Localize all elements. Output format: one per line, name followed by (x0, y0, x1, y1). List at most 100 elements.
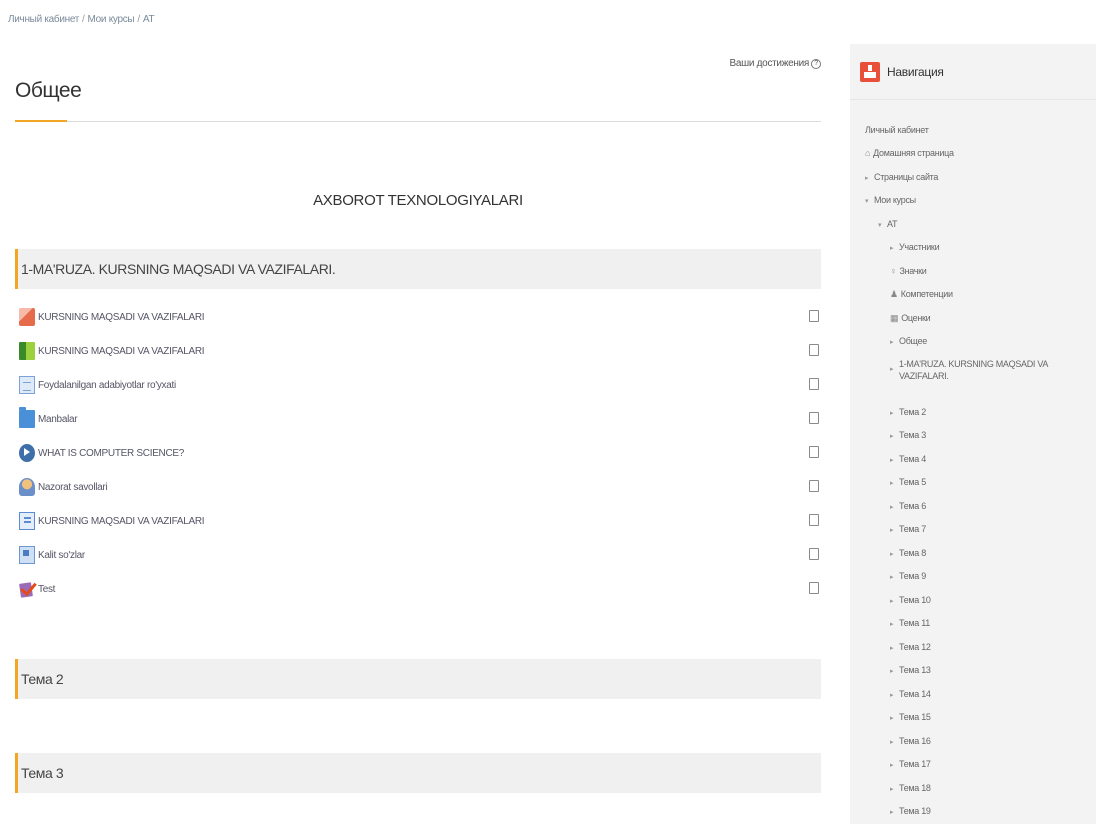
nav-item-course-at[interactable]: ▾ AT (878, 218, 898, 232)
completion-checkbox[interactable] (809, 446, 819, 458)
activity-item[interactable]: KURSNING MAQSADI VA VAZIFALARI (15, 504, 821, 538)
nav-item-topic-11[interactable]: ▸ Тема 11 (890, 617, 930, 631)
nav-item-label[interactable]: Тема 4 (899, 454, 926, 464)
nav-item-label[interactable]: Тема 3 (899, 430, 926, 440)
collapsed-arrow-icon: ▸ (890, 715, 894, 722)
activity-link[interactable]: Test (38, 584, 55, 595)
activity-item[interactable]: WHAT IS COMPUTER SCIENCE? (15, 436, 821, 470)
nav-item-label[interactable]: Личный кабинет (865, 125, 929, 135)
nav-item-label[interactable]: Домашняя страница (873, 148, 954, 158)
completion-checkbox[interactable] (809, 344, 819, 356)
nav-item-grades[interactable]: ▦ Оценки (890, 312, 931, 324)
activity-link[interactable]: Nazorat savollari (38, 482, 108, 493)
collapsed-arrow-icon: ▸ (890, 527, 894, 534)
section-title[interactable]: Тема 3 (21, 765, 64, 781)
activity-item[interactable]: Kalit so'zlar (15, 538, 821, 572)
nav-item-label[interactable]: Тема 6 (899, 501, 926, 511)
completion-checkbox[interactable] (809, 548, 819, 560)
collapsed-arrow-icon: ▸ (890, 739, 894, 746)
nav-item-label[interactable]: Общее (899, 336, 927, 346)
activity-item[interactable]: KURSNING MAQSADI VA VAZIFALARI (15, 334, 821, 368)
breadcrumb-dashboard-link[interactable]: Личный кабинет (8, 14, 79, 25)
activity-link[interactable]: KURSNING MAQSADI VA VAZIFALARI (38, 312, 205, 323)
nav-item-topic-8[interactable]: ▸ Тема 8 (890, 547, 926, 561)
nav-item-topic-15[interactable]: ▸ Тема 15 (890, 711, 931, 725)
nav-item-label[interactable]: Мои курсы (874, 195, 916, 205)
nav-item-label[interactable]: AT (887, 219, 898, 229)
nav-item-topic-19[interactable]: ▸ Тема 19 (890, 805, 931, 819)
nav-item-topic-6[interactable]: ▸ Тема 6 (890, 500, 926, 514)
nav-item-topic-16[interactable]: ▸ Тема 16 (890, 735, 931, 749)
nav-item-label[interactable]: Значки (899, 266, 926, 276)
nav-item-topic-9[interactable]: ▸ Тема 9 (890, 570, 926, 584)
activity-link[interactable]: Kalit so'zlar (38, 550, 85, 561)
activity-link[interactable]: Manbalar (38, 414, 78, 425)
collapsed-arrow-icon: ▸ (890, 574, 894, 581)
nav-item-label[interactable]: Страницы сайта (874, 172, 938, 182)
nav-item-label[interactable]: Тема 12 (899, 642, 931, 652)
nav-item-dashboard[interactable]: Личный кабинет (865, 124, 929, 136)
activity-item[interactable]: Manbalar (15, 402, 821, 436)
nav-item-site-pages[interactable]: ▸ Страницы сайта (865, 171, 938, 185)
nav-item-topic-13[interactable]: ▸ Тема 13 (890, 664, 931, 678)
breadcrumb-my-courses-link[interactable]: Мои курсы (88, 14, 135, 25)
activity-link[interactable]: WHAT IS COMPUTER SCIENCE? (38, 448, 184, 459)
title-divider (15, 120, 821, 122)
nav-item-home[interactable]: ⌂ Домашняя страница (865, 147, 954, 159)
help-icon[interactable]: ? (811, 58, 821, 69)
nav-item-topic-4[interactable]: ▸ Тема 4 (890, 453, 926, 467)
nav-item-competencies[interactable]: ♟ Компетенции (890, 288, 953, 300)
nav-item-badges[interactable]: ♀ Значки (890, 265, 927, 277)
section-title[interactable]: 1-MA'RUZA. KURSNING MAQSADI VA VAZIFALAR… (21, 261, 336, 277)
nav-item-label[interactable]: Тема 15 (899, 712, 931, 722)
nav-item-participants[interactable]: ▸ Участники (890, 241, 940, 255)
section-title[interactable]: Тема 2 (21, 671, 64, 687)
activity-item[interactable]: KURSNING MAQSADI VA VAZIFALARI (15, 300, 821, 334)
activity-item[interactable]: Foydalanilgan adabiyotlar ro'yxati (15, 368, 821, 402)
completion-checkbox[interactable] (809, 378, 819, 390)
nav-item-label[interactable]: Тема 18 (899, 783, 931, 793)
activity-link[interactable]: KURSNING MAQSADI VA VAZIFALARI (38, 346, 205, 357)
completion-checkbox[interactable] (809, 412, 819, 424)
nav-item-section-general[interactable]: ▸ Общее (890, 335, 927, 349)
nav-item-label[interactable]: Тема 11 (899, 618, 930, 628)
nav-item-label[interactable]: Тема 7 (899, 524, 926, 534)
nav-item-label[interactable]: Тема 17 (899, 759, 931, 769)
achievements-link[interactable]: Ваши достижения ? (730, 58, 821, 69)
activity-item[interactable]: Test (15, 572, 821, 606)
nav-item-topic-5[interactable]: ▸ Тема 5 (890, 476, 926, 490)
navigation-icon (860, 61, 880, 82)
nav-item-label[interactable]: Тема 8 (899, 548, 926, 558)
nav-item-topic-7[interactable]: ▸ Тема 7 (890, 523, 926, 537)
video-icon (19, 444, 35, 462)
nav-item-section-1[interactable]: ▸ 1-MA'RUZA. KURSNING MAQSADI VA VAZIFALA… (890, 358, 1079, 382)
nav-item-label[interactable]: Тема 14 (899, 689, 931, 699)
completion-checkbox[interactable] (809, 582, 819, 594)
nav-item-topic-12[interactable]: ▸ Тема 12 (890, 641, 931, 655)
completion-checkbox[interactable] (809, 514, 819, 526)
nav-item-my-courses[interactable]: ▾ Мои курсы (865, 194, 916, 208)
nav-item-label[interactable]: Участники (899, 242, 940, 252)
nav-item-topic-10[interactable]: ▸ Тема 10 (890, 594, 931, 608)
activity-item[interactable]: Nazorat savollari (15, 470, 821, 504)
nav-item-topic-18[interactable]: ▸ Тема 18 (890, 782, 931, 796)
section-header-1: 1-MA'RUZA. KURSNING MAQSADI VA VAZIFALAR… (15, 249, 821, 289)
nav-item-label[interactable]: Тема 9 (899, 571, 926, 581)
activity-link[interactable]: KURSNING MAQSADI VA VAZIFALARI (38, 516, 205, 527)
completion-checkbox[interactable] (809, 480, 819, 492)
nav-item-label[interactable]: Тема 13 (899, 665, 931, 675)
completion-checkbox[interactable] (809, 310, 819, 322)
nav-item-topic-17[interactable]: ▸ Тема 17 (890, 758, 931, 772)
nav-item-label[interactable]: Тема 5 (899, 477, 926, 487)
nav-item-label[interactable]: Тема 2 (899, 407, 926, 417)
activity-link[interactable]: Foydalanilgan adabiyotlar ro'yxati (38, 380, 176, 391)
nav-item-label[interactable]: Компетенции (901, 289, 953, 299)
nav-item-topic-2[interactable]: ▸ Тема 2 (890, 406, 926, 420)
nav-item-label[interactable]: Оценки (901, 313, 931, 323)
nav-item-label[interactable]: Тема 19 (899, 806, 931, 816)
nav-item-label[interactable]: Тема 10 (899, 595, 931, 605)
nav-item-label[interactable]: Тема 16 (899, 736, 931, 746)
nav-item-topic-14[interactable]: ▸ Тема 14 (890, 688, 931, 702)
nav-item-topic-3[interactable]: ▸ Тема 3 (890, 429, 926, 443)
nav-item-label[interactable]: 1-MA'RUZA. KURSNING MAQSADI VA VAZIFALAR… (899, 358, 1079, 382)
